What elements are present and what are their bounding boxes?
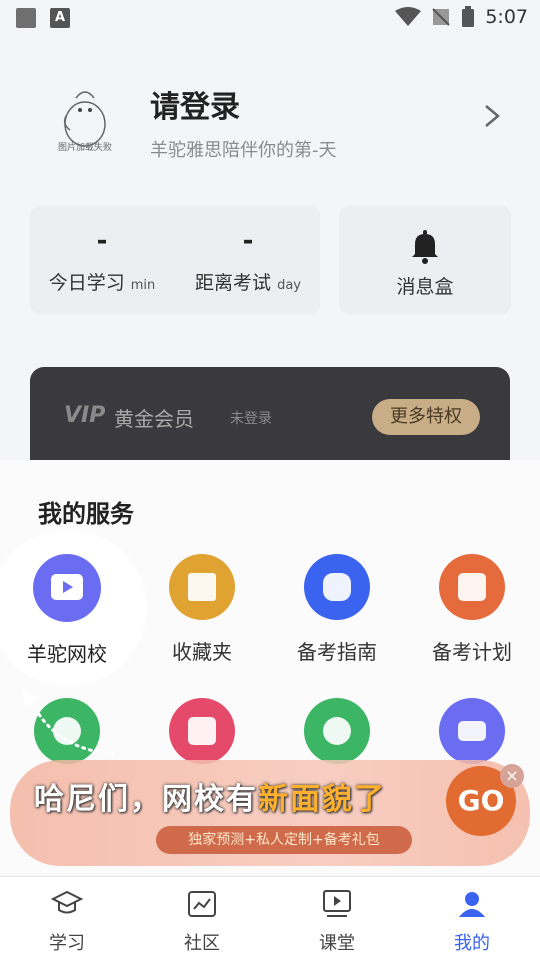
no-signal-icon (432, 8, 451, 26)
services-title: 我的服务 (38, 500, 134, 528)
vip-status: 未登录 (230, 411, 272, 427)
exam-countdown-stat: - 距离考试 day (178, 226, 318, 295)
promo-headline-text: 哈尼们，网校有 (34, 782, 258, 817)
tab-label: 课堂 (319, 933, 355, 954)
bottom-tab-bar: 学习 社区 课堂 我的 (0, 876, 540, 960)
promo-close-button[interactable]: × (500, 764, 524, 788)
tab-mine[interactable]: 我的 (422, 889, 522, 955)
wifi-icon (395, 7, 422, 26)
status-time: 5:07 (485, 6, 528, 28)
tab-label: 学习 (49, 933, 85, 954)
service-exam-plan[interactable]: 备考计划 (407, 554, 537, 665)
tab-study[interactable]: 学习 (17, 889, 117, 955)
chevron-right-icon[interactable] (478, 100, 506, 132)
service-label: 备考计划 (432, 640, 512, 664)
inbox-label: 消息盒 (396, 276, 454, 298)
vip-card[interactable]: VIP 黄金会员 未登录 更多特权 (30, 367, 510, 467)
promo-banner[interactable]: 哈尼们，网校有新面貌了 独家预测+私人定制+备考礼包 GO × (10, 740, 530, 880)
login-title[interactable]: 请登录 (150, 82, 240, 126)
service-exam-guide[interactable]: 备考指南 (272, 554, 402, 665)
login-subtitle: 羊驼雅思陪伴你的第-天 (150, 140, 337, 161)
vip-title: 黄金会员 (114, 407, 194, 431)
gallery-icon (16, 8, 36, 28)
tab-community[interactable]: 社区 (152, 889, 252, 955)
status-bar: A 5:07 (0, 0, 540, 36)
exam-countdown-label: 距离考试 (195, 272, 272, 294)
inbox-card[interactable]: 消息盒 (339, 206, 511, 314)
vip-more-privileges-button[interactable]: 更多特权 (372, 399, 480, 435)
exam-countdown-value: - (242, 226, 254, 256)
tab-classroom[interactable]: 课堂 (287, 889, 387, 955)
promo-banner-headline: 哈尼们，网校有新面貌了 (34, 774, 386, 818)
today-study-unit: min (130, 278, 156, 293)
user-icon (459, 892, 485, 917)
clipboard-icon (439, 554, 505, 620)
study-stats-card: - 今日学习 min - 距离考试 day (30, 206, 320, 314)
font-icon: A (50, 8, 70, 28)
service-label: 收藏夹 (172, 640, 232, 664)
service-label: 备考指南 (297, 640, 377, 664)
vip-badge: VIP (64, 403, 106, 428)
today-study-label: 今日学习 (48, 272, 125, 294)
exam-countdown-unit: day (277, 278, 301, 293)
tv-icon (33, 554, 101, 622)
tab-label: 我的 (454, 933, 490, 954)
folder-icon (169, 554, 235, 620)
service-online-school[interactable]: 羊驼网校 (2, 554, 132, 667)
graduation-cap-icon (50, 890, 84, 914)
promo-headline-accent: 新面貌了 (258, 782, 386, 817)
today-study-value: - (96, 226, 108, 256)
bell-icon (412, 230, 438, 264)
service-label: 羊驼网校 (27, 642, 107, 666)
battery-icon (462, 6, 475, 27)
guide-icon (304, 554, 370, 620)
tab-label: 社区 (184, 933, 220, 954)
play-screen-icon (323, 890, 351, 917)
avatar-caption: 图片加载失败 (57, 143, 112, 153)
chart-board-icon (188, 891, 216, 917)
promo-banner-subtitle: 独家预测+私人定制+备考礼包 (156, 826, 412, 854)
today-study-stat: - 今日学习 min (32, 226, 172, 295)
service-favorites[interactable]: 收藏夹 (137, 554, 267, 665)
